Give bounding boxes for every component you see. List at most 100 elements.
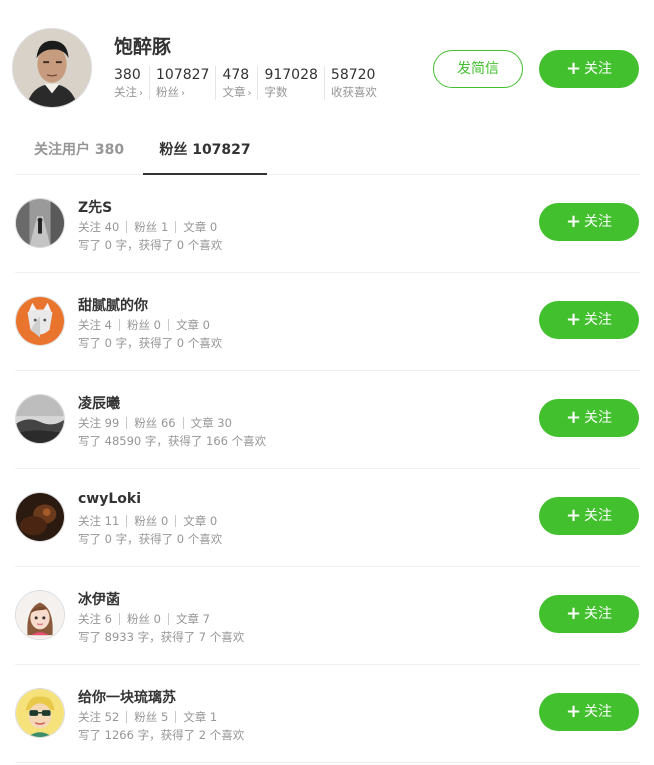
- following-count: 关注 99: [78, 416, 120, 430]
- follow-button[interactable]: + 关注: [539, 497, 639, 535]
- user-name[interactable]: 冰伊菡: [78, 589, 120, 609]
- stat-words: 917028 字数: [257, 66, 323, 100]
- list-item: 凌辰曦 关注 99 粉丝 66 文章 30 写了 48590 字，获得了 166…: [15, 371, 640, 469]
- divider: [126, 515, 128, 527]
- articles-count: 文章 1: [183, 710, 218, 724]
- list-item: Z先S 关注 40 粉丝 1 文章 0 写了 0 字，获得了 0 个喜欢 + 关注: [15, 175, 640, 273]
- user-name[interactable]: 甜腻腻的你: [78, 295, 148, 315]
- profile-name: 饱醉豚: [114, 36, 172, 58]
- follower-list: Z先S 关注 40 粉丝 1 文章 0 写了 0 字，获得了 0 个喜欢 + 关注…: [15, 175, 640, 763]
- stat-label: 粉丝 ›: [156, 85, 185, 99]
- divider: [167, 613, 169, 625]
- dark-portrait-icon: [16, 493, 64, 541]
- divider: [175, 515, 177, 527]
- follow-label: 关注: [584, 61, 613, 77]
- follow-button[interactable]: + 关注: [539, 595, 639, 633]
- profile-header: 饱醉豚 380 关注 › 107827 粉丝 › 478 文章 › 917028 字数…: [12, 26, 642, 110]
- stat-fans[interactable]: 107827 粉丝 ›: [149, 66, 215, 100]
- stat-label: 文章 ›: [222, 85, 252, 99]
- stat-value: 917028: [264, 67, 318, 83]
- stat-articles[interactable]: 478 文章 ›: [215, 66, 257, 100]
- stat-label: 字数: [264, 85, 288, 99]
- avatar[interactable]: [15, 394, 65, 444]
- fans-count: 粉丝 66: [134, 416, 176, 430]
- stat-value: 107827: [156, 67, 210, 83]
- user-summary: 写了 0 字，获得了 0 个喜欢: [78, 336, 223, 350]
- divider: [182, 417, 184, 429]
- user-stats: 关注 40 粉丝 1 文章 0: [78, 219, 217, 235]
- user-name[interactable]: 给你一块琉璃苏: [78, 687, 176, 707]
- follow-button[interactable]: + 关注: [539, 693, 639, 731]
- divider: [118, 319, 120, 331]
- avatar[interactable]: [15, 688, 65, 738]
- list-item: cwyLoki 关注 11 粉丝 0 文章 0 写了 0 字，获得了 0 个喜欢…: [15, 469, 640, 567]
- follow-button[interactable]: + 关注: [539, 399, 639, 437]
- stat-label: 关注 ›: [114, 85, 143, 99]
- fans-count: 粉丝 0: [126, 318, 161, 332]
- man-portrait-icon: [13, 29, 91, 107]
- follow-profile-button[interactable]: + 关注: [539, 50, 639, 88]
- cat-illustration-icon: [16, 297, 64, 345]
- plus-icon: +: [565, 211, 582, 232]
- stat-value: 380: [114, 67, 141, 83]
- street-photo-icon: [16, 199, 64, 247]
- send-message-button[interactable]: 发简信: [433, 50, 523, 88]
- divider: [175, 711, 177, 723]
- plus-icon: +: [565, 58, 582, 79]
- chevron-right-icon: ›: [181, 88, 185, 99]
- plus-icon: +: [565, 701, 582, 722]
- avatar[interactable]: [15, 296, 65, 346]
- following-count: 关注 11: [78, 514, 120, 528]
- user-stats: 关注 11 粉丝 0 文章 0: [78, 513, 217, 529]
- divider: [126, 711, 128, 723]
- follow-button[interactable]: + 关注: [539, 203, 639, 241]
- tab-following[interactable]: 关注用户 380: [34, 128, 124, 175]
- profile-stats: 380 关注 › 107827 粉丝 › 478 文章 › 917028 字数 587…: [114, 66, 383, 100]
- chevron-right-icon: ›: [247, 88, 252, 99]
- articles-count: 文章 0: [175, 318, 210, 332]
- user-stats: 关注 52 粉丝 5 文章 1: [78, 709, 217, 725]
- stat-value: 58720: [330, 67, 376, 83]
- plus-icon: +: [565, 505, 582, 526]
- user-summary: 写了 1266 字，获得了 2 个喜欢: [78, 728, 245, 742]
- misty-landscape-icon: [16, 395, 64, 443]
- articles-count: 文章 0: [183, 220, 218, 234]
- follow-label: 关注: [584, 214, 613, 230]
- stat-likes: 58720 收获喜欢: [323, 66, 383, 100]
- fans-count: 粉丝 1: [134, 220, 169, 234]
- list-item: 给你一块琉璃苏 关注 52 粉丝 5 文章 1 写了 1266 字，获得了 2 …: [15, 665, 640, 763]
- list-item: 冰伊菡 关注 6 粉丝 0 文章 7 写了 8933 字，获得了 7 个喜欢 +…: [15, 567, 640, 665]
- user-name[interactable]: cwyLoki: [78, 491, 141, 507]
- follow-label: 关注: [584, 508, 613, 524]
- profile-avatar[interactable]: [12, 28, 92, 108]
- avatar[interactable]: [15, 590, 65, 640]
- user-name[interactable]: 凌辰曦: [78, 393, 120, 413]
- articles-count: 文章 7: [175, 612, 210, 626]
- following-count: 关注 4: [78, 318, 112, 332]
- follow-label: 关注: [584, 704, 613, 720]
- divider: [175, 221, 177, 233]
- following-count: 关注 52: [78, 710, 120, 724]
- user-stats: 关注 99 粉丝 66 文章 30: [78, 415, 232, 431]
- user-name[interactable]: Z先S: [78, 197, 112, 217]
- divider: [118, 613, 120, 625]
- following-count: 关注 40: [78, 220, 120, 234]
- user-stats: 关注 6 粉丝 0 文章 7: [78, 611, 210, 627]
- stat-label: 收获喜欢: [330, 85, 377, 99]
- fans-count: 粉丝 0: [134, 514, 169, 528]
- follow-label: 关注: [584, 606, 613, 622]
- avatar[interactable]: [15, 198, 65, 248]
- list-item: 甜腻腻的你 关注 4 粉丝 0 文章 0 写了 0 字，获得了 0 个喜欢 + 关…: [15, 273, 640, 371]
- cartoon-sunglasses-icon: [16, 689, 64, 737]
- avatar[interactable]: [15, 492, 65, 542]
- stat-value: 478: [222, 67, 250, 83]
- following-count: 关注 6: [78, 612, 112, 626]
- stat-following[interactable]: 380 关注 ›: [114, 66, 149, 100]
- articles-count: 文章 0: [183, 514, 218, 528]
- divider: [167, 319, 169, 331]
- tab-fans[interactable]: 粉丝 107827: [143, 128, 267, 175]
- fans-count: 粉丝 0: [126, 612, 161, 626]
- divider: [126, 221, 128, 233]
- follow-button[interactable]: + 关注: [539, 301, 639, 339]
- user-stats: 关注 4 粉丝 0 文章 0: [78, 317, 210, 333]
